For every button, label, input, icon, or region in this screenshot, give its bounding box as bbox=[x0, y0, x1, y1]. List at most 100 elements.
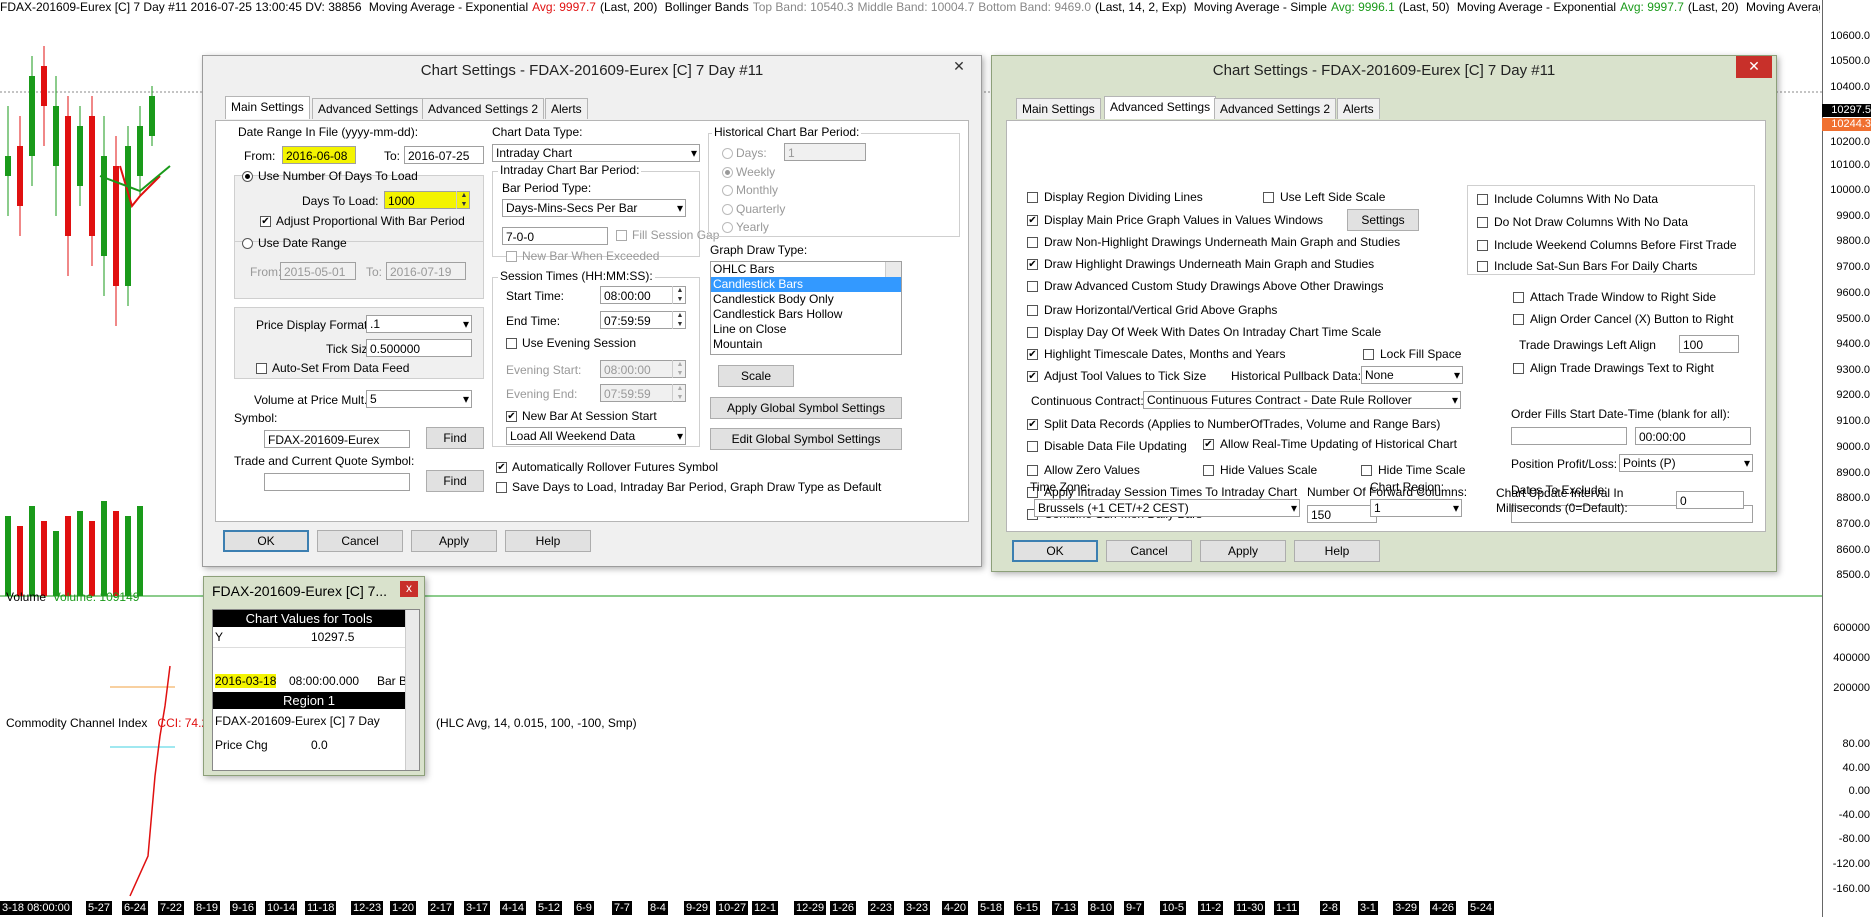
tab-main-settings[interactable]: Main Settings bbox=[225, 96, 310, 119]
symbol-input[interactable]: FDAX-201609-Eurex bbox=[264, 430, 410, 448]
evening-start-spinner[interactable]: ▲ ▼ bbox=[672, 360, 687, 378]
save-days-checkbox[interactable] bbox=[496, 482, 507, 493]
pl-select[interactable]: Points (P) bbox=[1619, 454, 1753, 472]
tab-advanced-settings[interactable]: Advanced Settings bbox=[312, 98, 425, 119]
fills-time-input[interactable]: 00:00:00 bbox=[1635, 427, 1751, 445]
use-evening-checkbox[interactable] bbox=[506, 338, 517, 349]
opt-main-values-checkbox[interactable]: ✔ bbox=[1027, 215, 1038, 226]
scale-button[interactable]: Scale bbox=[718, 365, 794, 387]
opt-region-lines-checkbox[interactable] bbox=[1027, 192, 1038, 203]
end-time-spinner[interactable]: ▲ ▼ bbox=[672, 311, 687, 329]
opt-disable-update-checkbox[interactable] bbox=[1027, 441, 1038, 452]
new-bar-session-checkbox[interactable]: ✔ bbox=[506, 411, 517, 422]
hist-days-radio[interactable] bbox=[722, 148, 733, 159]
region-select[interactable]: 1 bbox=[1370, 499, 1462, 517]
apply-button[interactable]: Apply bbox=[411, 530, 497, 552]
timezone-select[interactable]: Brussels (+1 CET/+2 CEST) bbox=[1034, 499, 1300, 517]
opt-adjust-tool-checkbox[interactable]: ✔ bbox=[1027, 371, 1038, 382]
fwd-cols-input[interactable]: 150 bbox=[1307, 505, 1377, 523]
trade-symbol-input[interactable] bbox=[264, 473, 410, 491]
opt-nonhighlight-checkbox[interactable] bbox=[1027, 237, 1038, 248]
hist-monthly-radio[interactable] bbox=[722, 185, 733, 196]
from-date-input[interactable]: 2016-06-08 bbox=[282, 146, 356, 164]
graph-draw-listbox[interactable]: OHLC Bars Candlestick Bars Candlestick B… bbox=[710, 261, 902, 355]
edit-global-symbol-button[interactable]: Edit Global Symbol Settings bbox=[710, 428, 902, 450]
start-time-spinner[interactable]: ▲ ▼ bbox=[672, 286, 687, 304]
cancel-button[interactable]: Cancel bbox=[1106, 540, 1192, 562]
use-days-radio[interactable] bbox=[242, 171, 253, 182]
days-spinner[interactable]: ▲ ▼ bbox=[456, 191, 471, 209]
help-button[interactable]: Help bbox=[1294, 540, 1380, 562]
ok-button[interactable]: OK bbox=[223, 530, 309, 552]
opt-allow-rt-checkbox[interactable]: ✔ bbox=[1203, 439, 1214, 450]
graph-draw-option[interactable]: Candlestick Body Only bbox=[711, 292, 901, 307]
graph-draw-option-selected[interactable]: Candlestick Bars bbox=[711, 277, 901, 292]
listbox-scrollbar[interactable] bbox=[885, 262, 901, 277]
opt-hl-timescale-checkbox[interactable]: ✔ bbox=[1027, 349, 1038, 360]
apply-button[interactable]: Apply bbox=[1200, 540, 1286, 562]
pullback-select[interactable]: None bbox=[1361, 366, 1463, 384]
date-axis[interactable]: 3-18 08:00:00 5-27 6-24 7-22 8-19 9-16 10-14 11… bbox=[0, 899, 1822, 917]
use-date-range-radio[interactable] bbox=[242, 238, 253, 249]
graph-draw-option[interactable]: Mountain bbox=[711, 337, 901, 352]
tab-alerts[interactable]: Alerts bbox=[545, 98, 588, 119]
settings-button[interactable]: Settings bbox=[1347, 209, 1419, 231]
opt-highlight-checkbox[interactable]: ✔ bbox=[1027, 259, 1038, 270]
fills-date-input[interactable] bbox=[1511, 427, 1627, 445]
interval-input[interactable]: 0 bbox=[1676, 491, 1744, 509]
new-bar-exceeded-checkbox[interactable] bbox=[506, 251, 517, 262]
adjust-proportional-checkbox[interactable]: ✔ bbox=[260, 216, 271, 227]
opt-lock-fill-checkbox[interactable] bbox=[1363, 349, 1374, 360]
vap-select[interactable]: 5 bbox=[366, 390, 472, 408]
autoset-checkbox[interactable] bbox=[256, 363, 267, 374]
close-icon[interactable]: ✕ bbox=[945, 56, 973, 78]
to-date-input[interactable]: 2016-07-25 bbox=[404, 146, 484, 164]
opt-dow-checkbox[interactable] bbox=[1027, 327, 1038, 338]
opt-attach-trade-checkbox[interactable] bbox=[1513, 292, 1524, 303]
opt-split-checkbox[interactable]: ✔ bbox=[1027, 419, 1038, 430]
graph-draw-option[interactable]: OHLC Bars bbox=[711, 262, 901, 277]
evening-end-spinner[interactable]: ▲ ▼ bbox=[672, 384, 687, 402]
tab-advanced-settings-2[interactable]: Advanced Settings 2 bbox=[422, 98, 545, 119]
hist-weekly-radio[interactable] bbox=[722, 167, 733, 178]
apply-global-symbol-button[interactable]: Apply Global Symbol Settings bbox=[710, 397, 902, 419]
opt-align-cancel-checkbox[interactable] bbox=[1513, 314, 1524, 325]
trade-align-input[interactable]: 100 bbox=[1679, 335, 1739, 353]
chart-data-type-select[interactable]: Intraday Chart bbox=[492, 144, 700, 162]
hist-quarterly-radio[interactable] bbox=[722, 204, 733, 215]
close-icon[interactable]: x bbox=[400, 581, 418, 597]
weekend-data-select[interactable]: Load All Weekend Data bbox=[506, 427, 686, 445]
opt-inc-no-data-checkbox[interactable] bbox=[1477, 194, 1488, 205]
opt-sat-sun-checkbox[interactable] bbox=[1477, 261, 1488, 272]
range-from-input[interactable]: 2015-05-01 bbox=[280, 262, 356, 280]
opt-weekend-cols-checkbox[interactable] bbox=[1477, 240, 1488, 251]
price-axis[interactable]: 10600.0 10500.0 10400.0 10200.0 10100.0 10000… bbox=[1822, 0, 1871, 917]
help-button[interactable]: Help bbox=[505, 530, 591, 552]
price-format-select[interactable]: .1 bbox=[366, 315, 472, 333]
bar-period-type-select[interactable]: Days-Mins-Secs Per Bar bbox=[502, 199, 686, 217]
opt-align-text-checkbox[interactable] bbox=[1513, 363, 1524, 374]
ok-button[interactable]: OK bbox=[1012, 540, 1098, 562]
opt-grid-checkbox[interactable] bbox=[1027, 305, 1038, 316]
bar-period-input[interactable]: 7-0-0 bbox=[502, 227, 608, 245]
tab-advanced-settings-2[interactable]: Advanced Settings 2 bbox=[1214, 98, 1337, 119]
hist-yearly-radio[interactable] bbox=[722, 222, 733, 233]
hist-days-input[interactable]: 1 bbox=[784, 143, 866, 161]
opt-hide-values-checkbox[interactable] bbox=[1203, 465, 1214, 476]
opt-left-scale-checkbox[interactable] bbox=[1263, 192, 1274, 203]
cont-contract-select[interactable]: Continuous Futures Contract - Date Rule … bbox=[1143, 391, 1461, 409]
opt-hide-time-checkbox[interactable] bbox=[1361, 465, 1372, 476]
values-scrollbar[interactable] bbox=[405, 610, 419, 770]
range-to-input[interactable]: 2016-07-19 bbox=[386, 262, 466, 280]
graph-draw-option[interactable]: Line on Close bbox=[711, 322, 901, 337]
tick-size-input[interactable]: 0.500000 bbox=[366, 339, 472, 357]
tab-main-settings[interactable]: Main Settings bbox=[1016, 98, 1101, 119]
opt-zero-checkbox[interactable] bbox=[1027, 465, 1038, 476]
find-symbol-button[interactable]: Find bbox=[426, 427, 484, 449]
close-icon[interactable]: ✕ bbox=[1736, 56, 1772, 78]
tab-advanced-settings[interactable]: Advanced Settings bbox=[1104, 96, 1217, 119]
opt-adv-custom-checkbox[interactable] bbox=[1027, 281, 1038, 292]
cancel-button[interactable]: Cancel bbox=[317, 530, 403, 552]
fill-session-gap-checkbox[interactable] bbox=[616, 230, 627, 241]
opt-no-draw-no-data-checkbox[interactable] bbox=[1477, 217, 1488, 228]
